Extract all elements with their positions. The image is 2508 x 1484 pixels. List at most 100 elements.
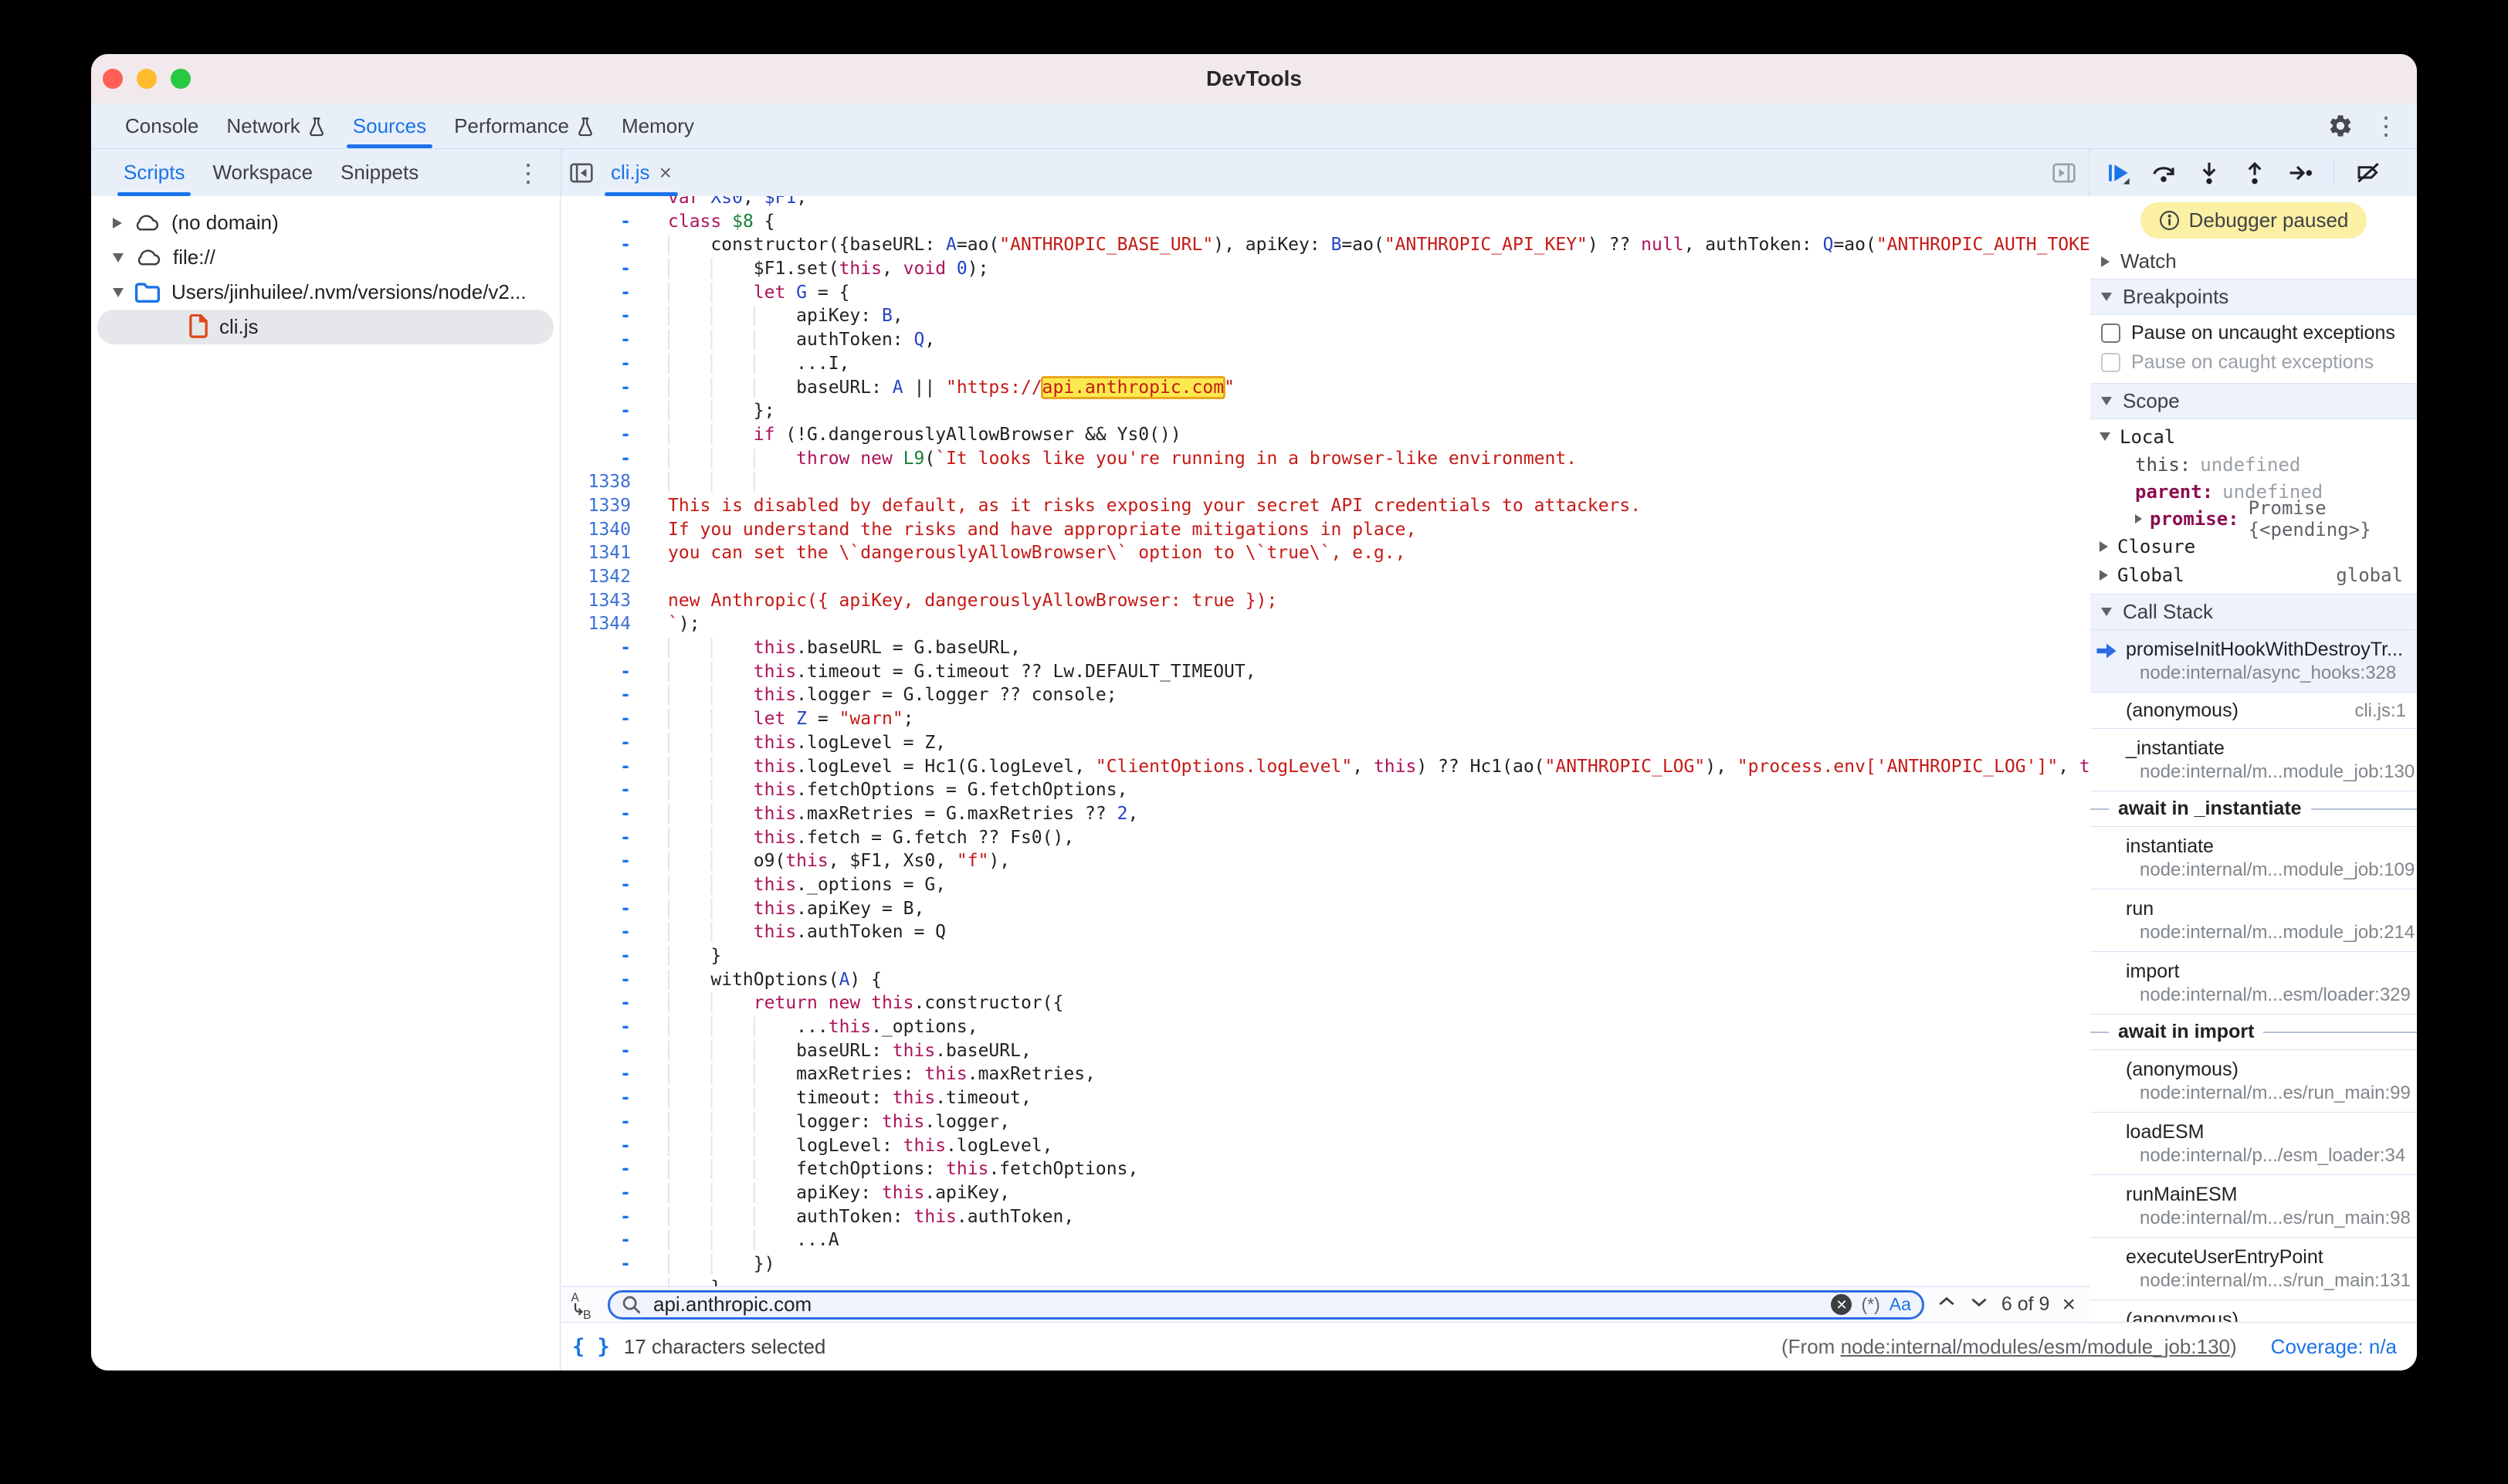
gutter-marker[interactable]: - (561, 897, 668, 921)
search-input[interactable] (652, 1292, 1822, 1317)
gutter-marker[interactable]: - (561, 376, 668, 400)
scope-section-global[interactable]: Globalglobal (2090, 561, 2417, 589)
gutter-marker[interactable]: - (561, 1252, 668, 1276)
code-line[interactable]: - baseURL: this.baseURL, (561, 1039, 2089, 1063)
code-line[interactable]: - baseURL: A || "https://api.anthropic.c… (561, 376, 2089, 400)
step-button[interactable] (2288, 161, 2313, 185)
gutter-marker[interactable]: - (561, 826, 668, 850)
section-scope[interactable]: Scope (2090, 383, 2417, 419)
tree-item-cli-js[interactable]: cli.js (97, 310, 554, 344)
code-line[interactable]: - this.fetch = G.fetch ?? Fs0(), (561, 826, 2089, 850)
code-line[interactable]: - fetchOptions: this.fetchOptions, (561, 1157, 2089, 1181)
code-line[interactable]: - } (561, 1276, 2089, 1286)
gutter-marker[interactable]: - (561, 849, 668, 873)
source-origin-link[interactable]: node:internal/modules/esm/module_job:130 (1841, 1335, 2230, 1358)
editor-tab-clijs[interactable]: cli.js × (600, 149, 683, 196)
step-over-button[interactable] (2151, 161, 2176, 185)
call-stack-frame-run[interactable]: runnode:internal/m...module_job:214 (2090, 889, 2417, 952)
code-line[interactable]: - withOptions(A) { (561, 968, 2089, 992)
resume-script-button[interactable] (2106, 161, 2130, 185)
code-line[interactable]: - this.logLevel = Hc1(G.logLevel, "Clien… (561, 755, 2089, 779)
call-stack-frame-runmainesm[interactable]: runMainESMnode:internal/m...es/run_main:… (2090, 1175, 2417, 1238)
gutter-marker[interactable]: - (561, 707, 668, 731)
code-line[interactable]: - authToken: Q, (561, 328, 2089, 352)
code-line[interactable]: - o9(this, $F1, Xs0, "f"), (561, 849, 2089, 873)
gutter-marker[interactable]: - (561, 1276, 668, 1286)
scope-variable-this[interactable]: this:undefined (2090, 451, 2417, 478)
call-stack-frame-import[interactable]: importnode:internal/m...esm/loader:329 (2090, 952, 2417, 1015)
regex-toggle[interactable]: (*) (1861, 1294, 1879, 1315)
expand-debugger-panel-icon[interactable] (2052, 161, 2076, 185)
call-stack-frame-anonymous[interactable]: (anonymous)cli.js:1 (2090, 693, 2417, 729)
code-line[interactable]: - ...I, (561, 352, 2089, 376)
gutter-marker[interactable]: - (561, 1157, 668, 1181)
gutter-marker[interactable]: - (561, 1015, 668, 1039)
code-line[interactable]: - this._options = G, (561, 873, 2089, 897)
call-stack-frame-anonymous[interactable]: (anonymous)node:internal/m...es/run_main… (2090, 1050, 2417, 1113)
gutter-marker[interactable]: - (561, 968, 668, 992)
code-line[interactable]: - this.logger = G.logger ?? console; (561, 683, 2089, 707)
navigator-tab-scripts[interactable]: Scripts (110, 149, 198, 196)
gutter-marker[interactable]: - (561, 1062, 668, 1086)
code-line[interactable]: - maxRetries: this.maxRetries, (561, 1062, 2089, 1086)
call-stack-frame-instantiate[interactable]: instantiatenode:internal/m...module_job:… (2090, 827, 2417, 889)
gutter-marker[interactable]: - (561, 731, 668, 755)
code-line[interactable]: 1338 (561, 470, 2089, 494)
gutter-line-number[interactable]: 1343 (561, 589, 668, 613)
gutter-line-number[interactable]: 1342 (561, 565, 668, 589)
scope-variable-promise[interactable]: promise:Promise {<pending>} (2090, 505, 2417, 532)
code-line[interactable]: - let Z = "warn"; (561, 707, 2089, 731)
gutter-marker[interactable]: - (561, 1228, 668, 1252)
code-line[interactable]: - return new this.constructor({ (561, 991, 2089, 1015)
navigator-tab-snippets[interactable]: Snippets (327, 149, 432, 196)
code-line[interactable]: - this.fetchOptions = G.fetchOptions, (561, 778, 2089, 802)
code-line[interactable]: -class $8 { (561, 210, 2089, 234)
code-line[interactable]: - this.authToken = Q (561, 920, 2089, 944)
gutter-line-number[interactable]: 1344 (561, 612, 668, 636)
call-stack-frame-loadesm[interactable]: loadESMnode:internal/p.../esm_loader:34 (2090, 1113, 2417, 1175)
code-line[interactable]: 1341you can set the \`dangerouslyAllowBr… (561, 541, 2089, 565)
code-line[interactable]: - }) (561, 1252, 2089, 1276)
breakpoint-toggle-pause-on-uncaught-exceptions[interactable]: Pause on uncaught exceptions (2090, 318, 2417, 347)
call-stack-frame-instantiate[interactable]: _instantiatenode:internal/m...module_job… (2090, 729, 2417, 791)
gutter-line-number[interactable]: 1339 (561, 494, 668, 518)
settings-gear-icon[interactable] (2327, 113, 2354, 139)
code-line[interactable]: - throw new L9(`It looks like you're run… (561, 447, 2089, 471)
code-line[interactable]: - this.timeout = G.timeout ?? Lw.DEFAULT… (561, 660, 2089, 684)
gutter-marker[interactable]: - (561, 447, 668, 471)
gutter-marker[interactable]: - (561, 352, 668, 376)
code-line[interactable]: 1343new Anthropic({ apiKey, dangerouslyA… (561, 589, 2089, 613)
gutter-marker[interactable]: - (561, 1181, 668, 1205)
navigator-tab-workspace[interactable]: Workspace (198, 149, 327, 196)
code-line[interactable]: - this.apiKey = B, (561, 897, 2089, 921)
gutter-marker[interactable]: - (561, 1086, 668, 1110)
code-line[interactable]: - ...A (561, 1228, 2089, 1252)
code-line[interactable]: - timeout: this.timeout, (561, 1086, 2089, 1110)
gutter-marker[interactable]: - (561, 1205, 668, 1229)
deactivate-breakpoints-button[interactable] (2355, 161, 2381, 185)
tree-item-users-jinhuilee-nvm-versions-node-v2[interactable]: Users/jinhuilee/.nvm/versions/node/v2... (91, 275, 560, 310)
caret-expanded-icon[interactable] (113, 288, 124, 297)
checkbox[interactable] (2101, 324, 2120, 343)
gutter-marker[interactable]: - (561, 1039, 668, 1063)
code-line[interactable]: - this.maxRetries = G.maxRetries ?? 2, (561, 802, 2089, 826)
caret-expanded-icon[interactable] (113, 253, 124, 263)
code-line[interactable]: - } (561, 944, 2089, 968)
tree-item-no-domain[interactable]: (no domain) (91, 205, 560, 240)
gutter-marker[interactable]: - (561, 281, 668, 305)
scope-section-local[interactable]: Local (2090, 422, 2417, 451)
gutter-marker[interactable]: - (561, 423, 668, 447)
tab-sources[interactable]: Sources (339, 103, 440, 148)
gutter-marker[interactable]: - (561, 1110, 668, 1134)
code-line[interactable]: - ...this._options, (561, 1015, 2089, 1039)
replace-toggle-icon[interactable]: AB (569, 1290, 595, 1320)
code-line[interactable]: - logger: this.logger, (561, 1110, 2089, 1134)
gutter-marker[interactable]: - (561, 1134, 668, 1158)
code-line[interactable]: - $F1.set(this, void 0); (561, 257, 2089, 281)
gutter-marker[interactable]: - (561, 991, 668, 1015)
gutter-marker[interactable]: - (561, 778, 668, 802)
gutter-line-number[interactable]: 1338 (561, 470, 668, 494)
gutter-marker[interactable]: - (561, 304, 668, 328)
gutter-line-number[interactable]: 1341 (561, 541, 668, 565)
code-line[interactable]: - logLevel: this.logLevel, (561, 1134, 2089, 1158)
